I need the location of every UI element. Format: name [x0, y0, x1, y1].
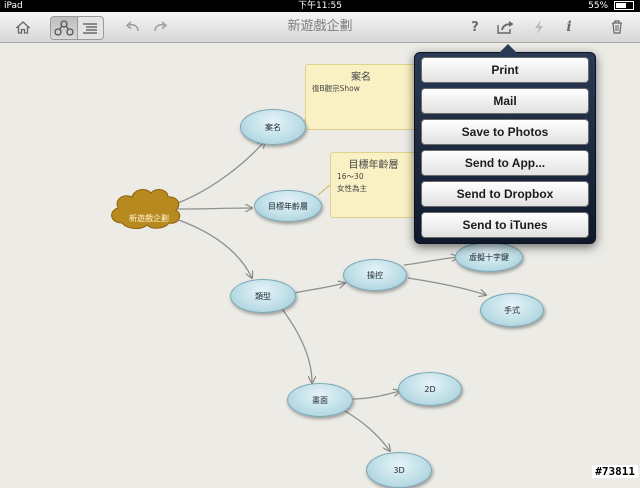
- connector-controls-hand: [407, 277, 486, 295]
- status-bar: iPad 下午11:55 55%: [0, 0, 640, 12]
- watermark: #73811: [592, 465, 638, 478]
- home-icon: [16, 20, 30, 34]
- node-virtual-dpad[interactable]: 虛擬十字鍵: [455, 242, 523, 272]
- outline-view-icon: [83, 22, 98, 34]
- connector-graphics-2d: [351, 391, 400, 400]
- connector-root-casename: [177, 141, 265, 204]
- toolbar: 新遊戲企劃 ? i: [0, 12, 640, 43]
- node-genre[interactable]: 類型: [230, 279, 296, 313]
- battery-icon: [614, 1, 634, 10]
- node-target-age[interactable]: 目標年齡層: [254, 190, 322, 222]
- node-hand[interactable]: 手式: [480, 293, 544, 327]
- undo-icon: [125, 21, 139, 32]
- note-line: 16～30: [337, 172, 364, 181]
- connector-controls-dpad: [403, 257, 458, 266]
- lightning-button[interactable]: [528, 16, 550, 38]
- mindmap-view-button[interactable]: [51, 17, 78, 39]
- connector-graphics-3d: [344, 410, 390, 451]
- connector-root-genre: [175, 218, 252, 278]
- redo-icon: [154, 21, 168, 32]
- note-case-name[interactable]: 案名 復B觀宗Show: [305, 64, 417, 130]
- node-2d[interactable]: 2D: [398, 372, 462, 406]
- node-3d[interactable]: 3D: [366, 452, 432, 488]
- home-button[interactable]: [10, 16, 36, 38]
- note-pointer-targetage: [317, 184, 331, 196]
- send-to-app-button[interactable]: Send to App...: [421, 150, 589, 176]
- trash-icon: [612, 20, 622, 34]
- connector-genre-controls: [293, 283, 345, 294]
- note-title: 案名: [351, 72, 371, 83]
- status-time: 下午11:55: [298, 1, 342, 11]
- info-icon: i: [566, 19, 572, 35]
- node-graphics[interactable]: 畫面: [287, 383, 353, 417]
- note-target-age[interactable]: 目標年齡層 16～30 女性為主: [330, 152, 417, 218]
- note-line: 女性為主: [337, 184, 367, 193]
- connector-root-targetage: [177, 208, 252, 209]
- popover-arrow: [499, 44, 517, 53]
- send-to-itunes-button[interactable]: Send to iTunes: [421, 212, 589, 238]
- share-button[interactable]: [494, 16, 518, 38]
- note-line: 復B觀宗Show: [312, 84, 360, 93]
- battery-status: 55%: [588, 0, 634, 12]
- undo-button[interactable]: [122, 16, 144, 38]
- node-case-name[interactable]: 案名: [240, 109, 306, 145]
- print-button[interactable]: Print: [421, 57, 589, 83]
- view-switcher: [50, 16, 104, 40]
- help-icon: ?: [471, 19, 479, 35]
- connector-genre-graphics: [281, 308, 312, 383]
- help-button[interactable]: ?: [464, 16, 486, 38]
- redo-button[interactable]: [149, 16, 171, 38]
- outline-view-button[interactable]: [78, 17, 104, 39]
- note-title: 目標年齡層: [348, 160, 399, 171]
- mindmap-view-icon: [54, 20, 74, 36]
- save-to-photos-button[interactable]: Save to Photos: [421, 119, 589, 145]
- send-to-dropbox-button[interactable]: Send to Dropbox: [421, 181, 589, 207]
- lightning-icon: [535, 20, 543, 34]
- root-node-label: 新遊戲企劃: [129, 214, 169, 223]
- trash-button[interactable]: [606, 16, 628, 38]
- node-controls[interactable]: 操控: [343, 259, 407, 291]
- mail-button[interactable]: Mail: [421, 88, 589, 114]
- share-icon: [497, 21, 514, 34]
- share-popover: Print Mail Save to Photos Send to App...…: [414, 44, 596, 244]
- battery-percent: 55%: [588, 1, 609, 11]
- info-button[interactable]: i: [558, 16, 580, 38]
